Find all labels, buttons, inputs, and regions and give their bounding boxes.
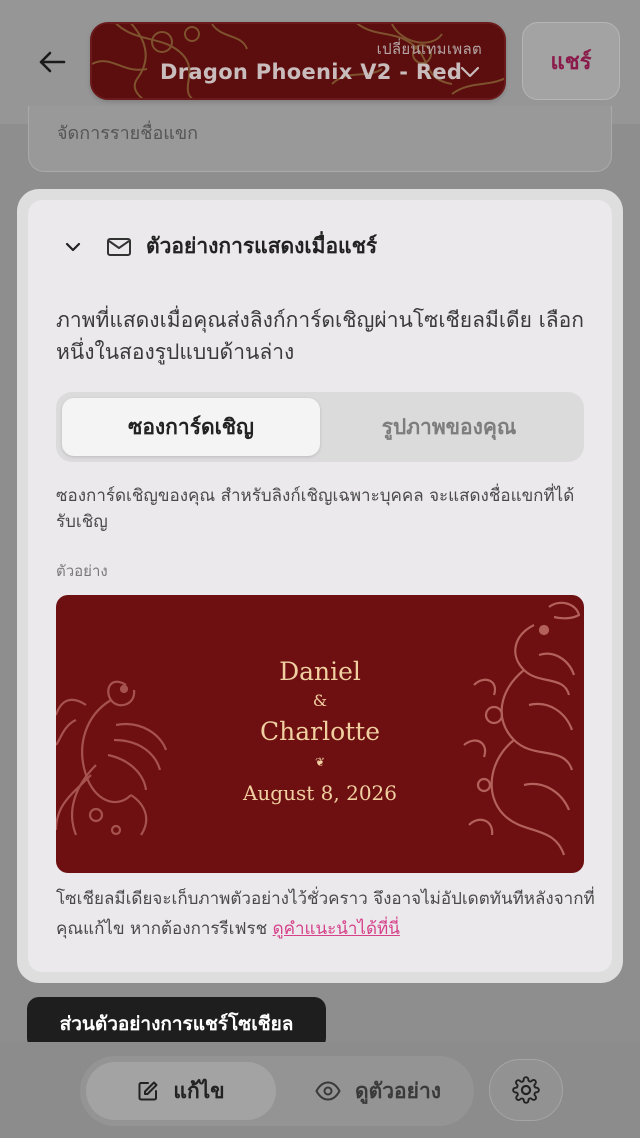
guest-list-card[interactable]: จัดการรายชื่อแขก bbox=[28, 106, 612, 172]
eye-icon bbox=[315, 1081, 341, 1101]
edit-tab[interactable]: แก้ไข bbox=[86, 1062, 276, 1120]
preview-label: ตัวอย่าง bbox=[56, 562, 108, 580]
template-selector[interactable]: เปลี่ยนเทมเพลต Dragon Phoenix V2 - Red bbox=[90, 22, 506, 100]
option-envelope[interactable]: ซองการ์ดเชิญ bbox=[62, 398, 320, 456]
envelope-preview: Daniel & Charlotte ❦ August 8, 2026 bbox=[56, 595, 584, 873]
couple-name-2: Charlotte bbox=[259, 717, 381, 746]
back-button[interactable] bbox=[30, 40, 74, 84]
share-button[interactable]: แชร์ bbox=[522, 22, 620, 100]
preview-tab-label: ดูตัวอย่าง bbox=[354, 1078, 442, 1103]
ampersand: & bbox=[312, 691, 328, 710]
template-switch-label: เปลี่ยนเทมเพลต bbox=[376, 40, 482, 58]
ornament: ❦ bbox=[314, 755, 326, 769]
option-description: ซองการ์ดเชิญของคุณ สำหรับลิงก์เชิญเฉพาะบ… bbox=[56, 486, 575, 532]
section-title: ตัวอย่างการแสดงเมื่อแชร์ bbox=[146, 234, 378, 258]
edit-tab-label: แก้ไข bbox=[173, 1078, 225, 1103]
guest-list-label: จัดการรายชื่อแขก bbox=[57, 123, 199, 144]
chevron-down-icon bbox=[64, 238, 82, 256]
mail-icon bbox=[106, 237, 132, 257]
gear-icon bbox=[512, 1076, 540, 1104]
preview-type-toggle: ซองการ์ดเชิญ รูปภาพของคุณ bbox=[56, 392, 584, 462]
help-link[interactable]: ดูคำแนะนำได้ที่นี่ bbox=[273, 919, 400, 939]
template-name: Dragon Phoenix V2 - Red bbox=[160, 60, 463, 84]
envelope-text: Daniel & Charlotte ❦ August 8, 2026 bbox=[56, 595, 584, 873]
arrow-left-icon bbox=[39, 51, 66, 73]
couple-name-1: Daniel bbox=[279, 657, 361, 686]
edit-icon bbox=[138, 1081, 158, 1101]
option-your-image[interactable]: รูปภาพของคุณ bbox=[320, 398, 578, 456]
chevron-down-icon bbox=[460, 66, 480, 78]
event-date: August 8, 2026 bbox=[242, 781, 397, 805]
section-header[interactable]: ตัวอย่างการแสดงเมื่อแชร์ bbox=[64, 230, 377, 263]
share-preview-section: ตัวอย่างการแสดงเมื่อแชร์ ภาพที่แสดงเมื่อ… bbox=[28, 200, 612, 972]
settings-button[interactable] bbox=[489, 1059, 563, 1121]
cache-note: โซเชียลมีเดียจะเก็บภาพตัวอย่างไว้ชั่วครา… bbox=[56, 884, 596, 944]
section-description: ภาพที่แสดงเมื่อคุณส่งลิงก์การ์ดเชิญผ่านโ… bbox=[56, 308, 584, 364]
preview-tab[interactable]: ดูตัวอย่าง bbox=[290, 1062, 466, 1120]
